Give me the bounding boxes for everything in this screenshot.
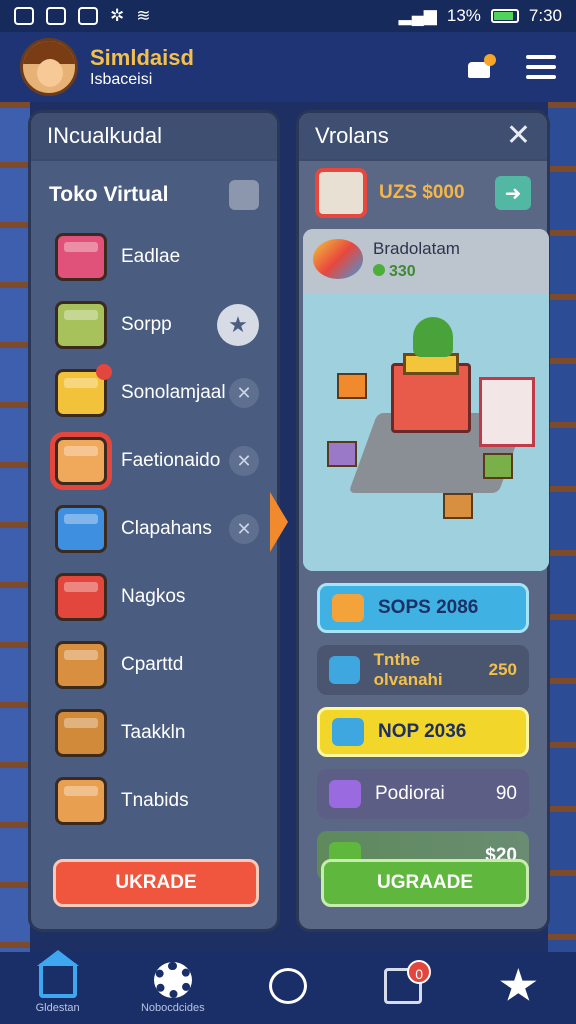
store-list-item[interactable]: Nagkos: [31, 563, 277, 631]
price-value: UZS $000: [379, 182, 465, 203]
reward-icon: [329, 656, 360, 684]
store-item-label: Faetionaido: [121, 450, 221, 471]
favorite-star-icon[interactable]: ★: [217, 304, 259, 346]
reward-pill[interactable]: Tnthe olvanahi 250: [317, 645, 529, 695]
item-card-price: 330: [373, 263, 460, 281]
reward-amount: 90: [495, 783, 517, 804]
menu-icon[interactable]: [526, 55, 556, 79]
store-item-label: Taakkln: [121, 722, 186, 743]
reward-label: SOPS 2086: [378, 597, 479, 618]
store-item-icon: [55, 777, 107, 825]
bottom-navigation: Gldestan Nobocdcides 0: [0, 950, 576, 1024]
store-item-label: Cparttd: [121, 654, 184, 675]
reward-pill[interactable]: SOPS 2086: [317, 583, 529, 633]
store-item-label: Sorpp: [121, 314, 172, 335]
item-card-name: Bradolatam: [373, 239, 460, 258]
nav-item-box[interactable]: 0: [353, 960, 453, 1008]
store-item-icon: [55, 573, 107, 621]
item-card-icon: [313, 239, 363, 279]
gem-icon: [373, 264, 385, 276]
gear-icon: [153, 962, 192, 998]
notification-icon: [14, 7, 34, 25]
go-arrow-button[interactable]: ➜: [495, 176, 531, 210]
store-list-item[interactable]: Sorpp ★: [31, 291, 277, 359]
store-item-label: Tnabids: [121, 790, 189, 811]
right-panel-title: Vrolans: [315, 123, 389, 148]
left-panel-title: INcualkudal: [47, 123, 162, 148]
battery-percent: 13%: [446, 6, 481, 25]
store-item-icon: [55, 505, 107, 553]
store-list-item[interactable]: Tnabids: [31, 767, 277, 835]
store-item-icon: [55, 709, 107, 757]
home-icon: [36, 950, 79, 998]
remove-x-icon[interactable]: ✕: [229, 378, 259, 408]
reward-label: Tnthe olvanahi: [373, 650, 443, 689]
store-item-label: Sonolamjaal: [121, 382, 226, 403]
alert-badge: [96, 364, 112, 380]
close-icon[interactable]: ✕: [506, 121, 531, 151]
star-icon: [500, 968, 537, 1001]
reward-pill[interactable]: Podiorai 90: [317, 769, 529, 819]
reward-label: Podiorai: [375, 783, 445, 804]
remove-x-icon[interactable]: ✕: [229, 446, 259, 476]
camera-icon: [46, 7, 66, 25]
battery-icon: [490, 9, 519, 23]
price-row: UZS $000 ➜: [299, 161, 547, 225]
app-title: Simldaisd: [90, 45, 194, 70]
clock: 7:30: [528, 6, 562, 25]
right-panel-header: Vrolans ✕: [299, 113, 547, 161]
detail-panel: Vrolans ✕ UZS $000 ➜ Bradolatam 330 SOPS…: [296, 110, 550, 932]
compass-icon: [268, 968, 307, 1004]
store-item-label: Nagkos: [121, 586, 186, 607]
left-upgrade-button[interactable]: UKRADE: [53, 859, 259, 907]
store-item-icon: [55, 301, 107, 349]
reward-pill[interactable]: NOP 2036: [317, 707, 529, 757]
right-upgrade-button[interactable]: UGRAADE: [321, 859, 529, 907]
toko-virtual-label: Toko Virtual: [49, 183, 169, 206]
nav-item-compass[interactable]: [238, 968, 338, 1008]
background-shelf-right: [548, 102, 576, 952]
remove-x-icon[interactable]: ✕: [229, 514, 259, 544]
settings-status-icon: ✲: [110, 6, 125, 25]
store-item-icon: [55, 641, 107, 689]
store-item-icon: [315, 168, 367, 218]
reward-amount: 250: [488, 660, 517, 679]
nav-label: Nobocdcides: [140, 1002, 205, 1014]
background-shelf-left: [0, 102, 30, 952]
left-panel-header: INcualkudal: [31, 113, 277, 161]
store-item-icon: [55, 233, 107, 281]
status-bar: ✲ ≋ ▂▄▆ 13% 7:30: [0, 0, 576, 32]
reward-icon: [329, 780, 361, 808]
store-item-label: Clapahans: [121, 518, 212, 539]
item-card[interactable]: Bradolatam 330: [303, 229, 549, 571]
nav-item-home[interactable]: Gldestan: [8, 950, 108, 1014]
nav-item-gear[interactable]: Nobocdcides: [123, 962, 223, 1014]
reward-label: NOP 2036: [378, 721, 467, 742]
store-list-item[interactable]: Taakkln: [31, 699, 277, 767]
reward-icon: [332, 594, 364, 622]
reward-icon: [332, 718, 364, 746]
store-list-item[interactable]: Sonolamjaal ✕: [31, 359, 277, 427]
store-item-icon: [55, 437, 107, 485]
app-subtitle: Isbaceisi: [90, 71, 153, 88]
app-header: Simldaisd Isbaceisi: [0, 32, 576, 102]
nav-label: Gldestan: [35, 1002, 80, 1014]
avatar[interactable]: [20, 38, 78, 96]
store-list-panel: INcualkudal Toko Virtual Eadlae Sorpp ★ Son…: [28, 110, 280, 932]
store-list-item[interactable]: Faetionaido ✕: [31, 427, 277, 495]
notification-badge: 0: [407, 960, 432, 984]
store-item-label: Eadlae: [121, 246, 181, 267]
toko-toggle[interactable]: [229, 180, 259, 210]
wifi-icon: ≋: [136, 6, 151, 25]
signal-icon: ▂▄▆: [398, 6, 437, 25]
store-list-item[interactable]: Eadlae: [31, 223, 277, 291]
store-list-item[interactable]: Clapahans ✕: [31, 495, 277, 563]
toko-virtual-row[interactable]: Toko Virtual: [31, 167, 277, 223]
store-list-item[interactable]: Cparttd: [31, 631, 277, 699]
notification-bell-icon[interactable]: [466, 54, 496, 80]
nav-item-star[interactable]: [468, 968, 568, 1008]
store-item-icon: [55, 364, 112, 417]
app-icon: [78, 7, 98, 25]
store-scene-illustration: [303, 293, 549, 571]
